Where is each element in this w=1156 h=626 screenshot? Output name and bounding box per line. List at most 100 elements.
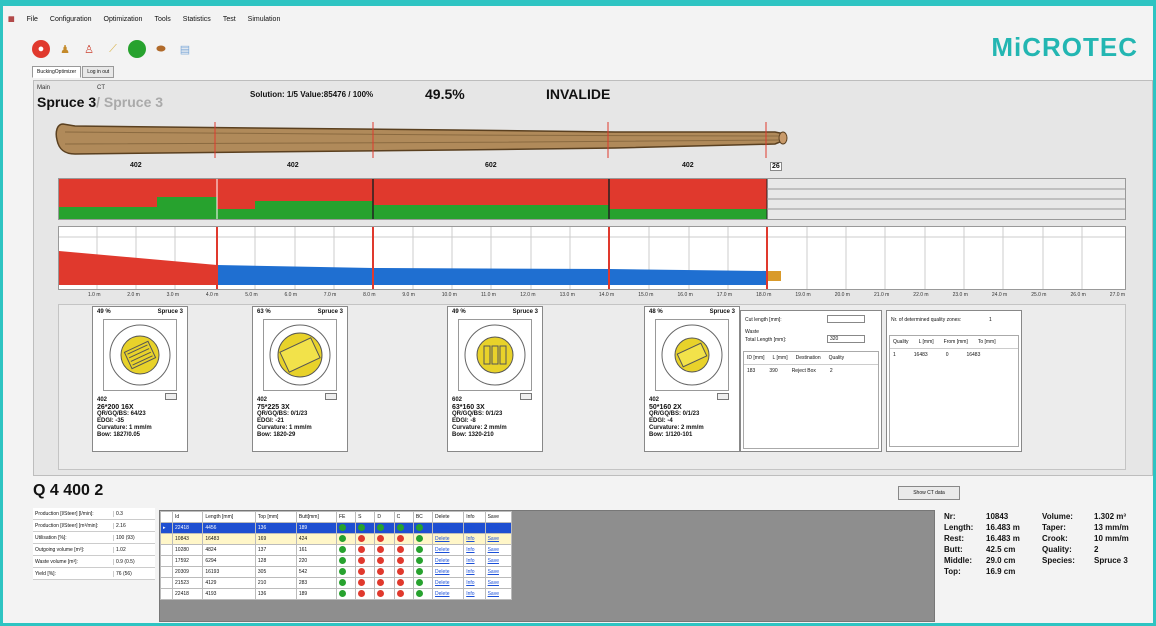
axis-tick-label: 10.0 m [441,292,457,298]
column-header[interactable]: Butt[mm] [295,511,337,523]
column-header[interactable]: C [393,511,414,523]
document-icon[interactable]: ▤ [176,40,194,58]
card-details-button[interactable] [520,393,532,400]
board-card-4[interactable]: 48 % Spruce 3 402 50*160 2X QR/GQ/BS: 0/1… [644,306,740,452]
info-link[interactable]: Info [466,558,474,564]
card-dimension: 75*225 3X [257,404,290,411]
column-header[interactable]: FE [335,511,357,523]
show-ct-data-button[interactable]: Show CT data [898,486,960,500]
indicator-cell [335,522,357,534]
board-card-1[interactable]: 49 % Spruce 3 402 26*200 16X QR/GQ/BS: 64… [92,306,188,452]
stat-value: 16.9 cm [986,567,1016,576]
column-header[interactable]: D [374,511,395,523]
delete-link[interactable]: Delete [435,591,449,597]
indicator-cell [374,533,395,545]
user-icon[interactable]: ♙ [80,40,98,58]
card-details-button[interactable] [717,393,729,400]
save-link[interactable]: Save [488,591,499,597]
start-icon[interactable] [128,40,146,58]
menu-file[interactable]: File [27,16,38,23]
info-link[interactable]: Info [466,591,474,597]
table-row[interactable]: 1 16483 0 16483 [890,349,1018,361]
delete-link[interactable]: Delete [435,547,449,553]
column-header[interactable] [159,511,174,523]
indicator-cell [374,522,395,534]
app-menu-icon[interactable]: ▦ [8,15,15,23]
wand-icon[interactable]: ⟋ [104,40,122,58]
card-species: Spruce 3 [709,309,735,315]
column-header[interactable]: S [355,511,376,523]
stat-label: Species: [1042,556,1075,565]
status-dot-icon [396,534,404,542]
info-link[interactable]: Info [466,536,474,542]
tab-bucking-optimizer[interactable]: BuckingOptimizer [32,66,82,78]
cell [159,566,174,578]
indicator-cell [355,522,376,534]
save-link[interactable]: Save [488,525,499,531]
table-row[interactable]: 10280 4824 137 161 Delete Info Save [159,544,513,556]
save-link[interactable]: Save [488,569,499,575]
total-length-label: Total Length [mm]: [745,337,787,343]
menu-configuration[interactable]: Configuration [50,16,92,23]
delete-link[interactable]: Delete [435,580,449,586]
menu-optimization[interactable]: Optimization [104,16,143,23]
delete-link[interactable]: Delete [435,525,449,531]
save-link[interactable]: Save [488,536,499,542]
column-header[interactable]: Delete [432,511,465,523]
column-header[interactable]: BC [412,511,434,523]
column-header[interactable]: Id [172,511,204,523]
column-header[interactable]: Save [484,511,513,523]
table-row[interactable]: 10843 16483 169 424 Delete Info Save [159,533,513,545]
logs-grid: Id Length [mm] Top [mm] Butt[mm] FE S D C BC Dele… [159,510,935,622]
cut-length-label: Cut length [mm]: [745,317,782,323]
indicator-cell [393,555,414,567]
delete-link[interactable]: Delete [435,536,449,542]
menu-statistics[interactable]: Statistics [183,16,211,23]
delete-link[interactable]: Delete [435,558,449,564]
info-link[interactable]: Info [466,569,474,575]
column-header[interactable]: Top [mm] [254,511,297,523]
save-link[interactable]: Save [488,558,499,564]
menu-test[interactable]: Test [223,16,236,23]
cell: 136 [254,522,297,534]
table-row[interactable]: 21523 4129 210 283 Delete Info Save [159,577,513,589]
card-details-button[interactable] [165,393,177,400]
indicator-cell [412,588,434,600]
save-link[interactable]: Save [488,547,499,553]
table-row[interactable]: 20309 16193 305 542 Delete Info Save [159,566,513,578]
table-row[interactable]: 183 390 Reject Box 2 [744,365,878,377]
table-row[interactable]: 22418 4193 136 189 Delete Info Save [159,588,513,600]
tab-log-in-out[interactable]: Log in out [82,66,115,78]
cut-length-input[interactable] [827,315,865,323]
save-link[interactable]: Save [488,580,499,586]
status-dot-icon [396,545,404,553]
indicator-cell [355,555,376,567]
card-line-1: QR/GQ/BS: 0/1/23 [649,411,700,417]
indicator-cell [355,544,376,556]
stat-label: Volume: [1042,512,1073,521]
info-link[interactable]: Info [466,547,474,553]
axis-tick-label: 16.0 m [677,292,693,298]
table-row[interactable]: ▸ 22418 4456 136 189 Delete Info Save [159,522,513,534]
worker-icon[interactable]: ♟ [56,40,74,58]
card-percent: 48 % [649,309,663,315]
summary-row: Production [l/Steer] [m³/min]: 2.16 [33,520,155,532]
info-link[interactable]: Info [466,525,474,531]
card-details-button[interactable] [325,393,337,400]
card-line-4: Bow: 1827/0.05 [97,432,141,438]
board-card-3[interactable]: 49 % Spruce 3 602 63*160 3X QR/GQ/BS: 0/1… [447,306,543,452]
column-header[interactable]: Info [463,511,486,523]
board-card-2[interactable]: 63 % Spruce 3 402 75*225 3X QR/GQ/BS: 0/1… [252,306,348,452]
column-header[interactable]: Length [mm] [202,511,256,523]
info-link[interactable]: Info [466,580,474,586]
table-row[interactable]: 17592 6294 128 220 Delete Info Save [159,555,513,567]
status-dot-icon [358,545,366,553]
delete-link[interactable]: Delete [435,569,449,575]
stop-icon[interactable]: ● [32,40,50,58]
cell: 137 [254,544,297,556]
log-icon[interactable]: ⬬ [152,40,170,58]
menu-tools[interactable]: Tools [154,16,170,23]
total-length-field[interactable]: 320 [827,335,865,343]
stat-label: Nr: [944,512,956,521]
menu-simulation[interactable]: Simulation [248,16,281,23]
